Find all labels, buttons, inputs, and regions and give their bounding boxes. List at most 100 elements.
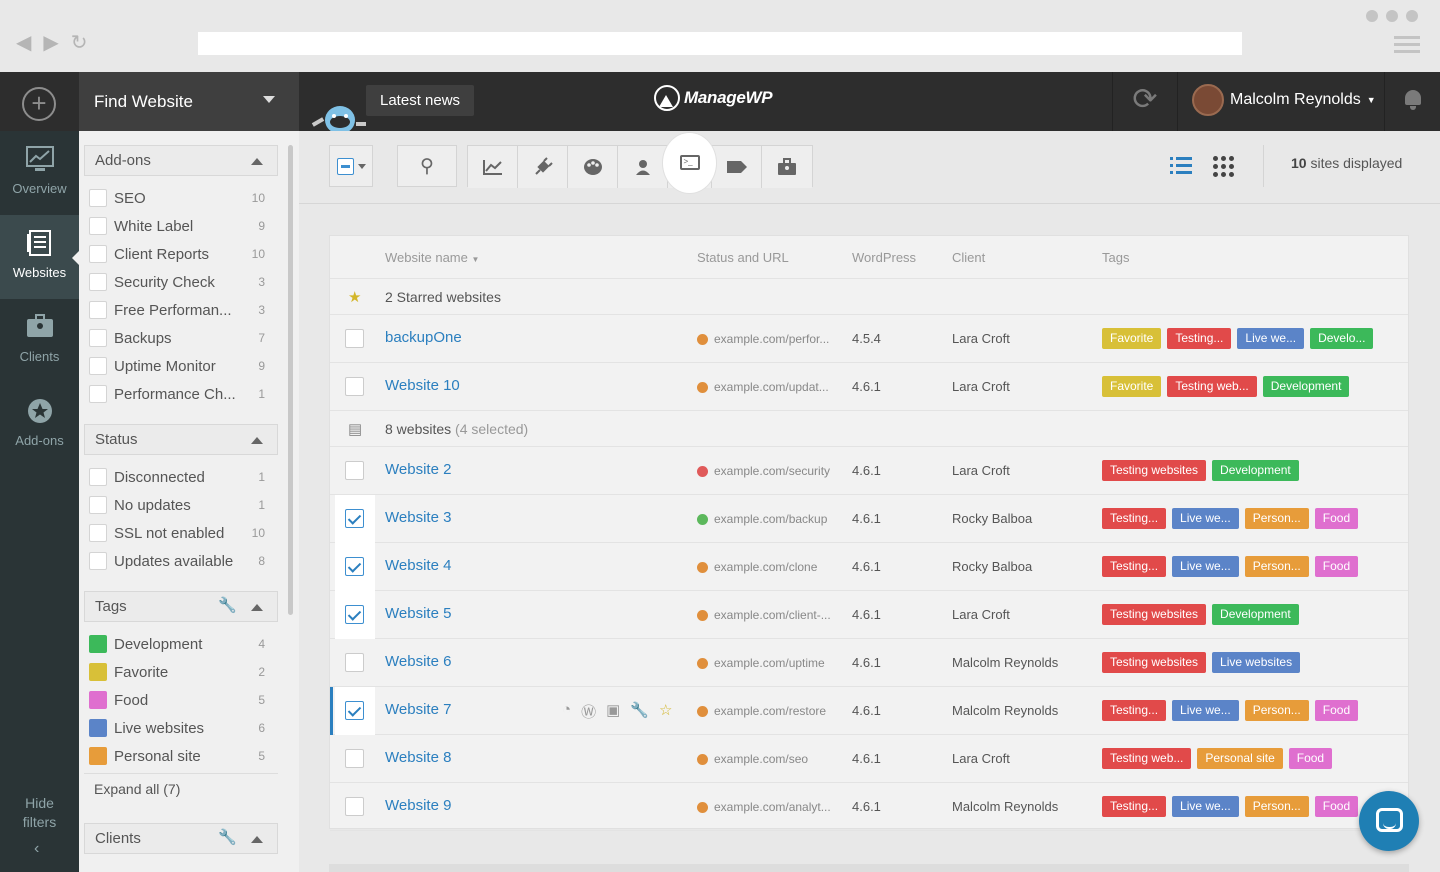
table-row[interactable]: Website 7 ◔ Ⓦ ▣ 🔧 ☆ example.com/restore 4.6.1 Ma… [330, 687, 1408, 735]
filter-item[interactable]: Client Reports 10 [89, 240, 271, 268]
checkbox[interactable] [89, 301, 107, 319]
chat-button[interactable] [1359, 791, 1419, 851]
themes-button[interactable] [568, 146, 618, 188]
row-checkbox[interactable] [345, 557, 364, 576]
tag-swatch[interactable] [89, 663, 107, 681]
nav-overview[interactable]: Overview [0, 131, 79, 215]
checkbox[interactable] [89, 552, 107, 570]
status-url[interactable]: example.com/analyt... [697, 800, 831, 814]
tag-badge[interactable]: Development [1262, 376, 1350, 397]
tag-filter-item[interactable]: Personal site 5 [89, 742, 271, 770]
grid-view-icon[interactable] [1213, 156, 1235, 177]
table-row[interactable]: Website 3 example.com/backup 4.6.1 Rocky Ba… [330, 495, 1408, 543]
tag-badge[interactable]: Personal site [1197, 748, 1283, 769]
plugins-button[interactable] [518, 146, 568, 188]
select-all-dropdown[interactable] [329, 145, 373, 187]
reload-icon[interactable]: ↻ [71, 33, 88, 53]
wordpress-icon[interactable]: Ⓦ [581, 701, 596, 722]
tag-badge[interactable]: Live we... [1237, 328, 1305, 349]
tag-swatch[interactable] [89, 719, 107, 737]
tag-badge[interactable]: Development [1212, 460, 1299, 481]
table-row[interactable]: Website 5 example.com/client-... 4.6.1 Lara… [330, 591, 1408, 639]
find-website-dropdown[interactable]: Find Website [79, 72, 299, 131]
chevron-left-icon[interactable]: ‹ [34, 840, 39, 858]
tag-badge[interactable]: Testing... [1102, 556, 1167, 577]
tag-badge[interactable]: Person... [1244, 700, 1309, 721]
screen-icon[interactable]: ▣ [606, 701, 620, 722]
tag-badge[interactable]: Testing... [1102, 796, 1167, 817]
tag-badge[interactable]: Live we... [1172, 508, 1239, 529]
tag-badge[interactable]: Testing websites [1102, 604, 1207, 625]
address-bar[interactable] [198, 32, 1242, 55]
filter-item[interactable]: No updates 1 [89, 491, 271, 519]
row-checkbox[interactable] [345, 605, 364, 624]
nav-clients[interactable]: Clients [0, 299, 79, 383]
wrench-icon[interactable]: 🔧 [218, 828, 237, 846]
users-button[interactable] [618, 146, 668, 188]
hide-filters-button[interactable]: Hide filters [0, 794, 79, 832]
checkbox[interactable] [89, 245, 107, 263]
tag-swatch[interactable] [89, 635, 107, 653]
addons-filter-header[interactable]: Add-ons [84, 145, 278, 176]
tag-filter-item[interactable]: Live websites 6 [89, 714, 271, 742]
nav-addons[interactable]: Add-ons [0, 383, 79, 467]
status-url[interactable]: example.com/backup [697, 512, 827, 526]
wrench-icon[interactable]: 🔧 [218, 596, 237, 614]
filter-item[interactable]: Free Performan... 3 [89, 296, 271, 324]
tag-filter-item[interactable]: Development 4 [89, 630, 271, 658]
tag-badge[interactable]: Develo... [1310, 328, 1374, 349]
status-url[interactable]: example.com/clone [697, 560, 817, 574]
tag-swatch[interactable] [89, 747, 107, 765]
filter-item[interactable]: Updates available 8 [89, 547, 271, 575]
notifications-button[interactable] [1384, 72, 1440, 131]
clients-filter-header[interactable]: Clients 🔧 [84, 823, 278, 854]
checkbox[interactable] [89, 217, 107, 235]
row-checkbox[interactable] [345, 329, 364, 348]
table-row[interactable]: Website 10 example.com/updat... 4.6.1 Lara … [330, 363, 1408, 411]
filter-item[interactable]: White Label 9 [89, 212, 271, 240]
nav-websites[interactable]: Websites [0, 215, 79, 299]
status-url[interactable]: example.com/perfor... [697, 332, 829, 346]
website-name-link[interactable]: Website 7 [385, 701, 451, 718]
star-icon[interactable]: ☆ [659, 701, 672, 722]
checkbox[interactable] [89, 357, 107, 375]
website-name-link[interactable]: backupOne [385, 329, 462, 346]
filter-item[interactable]: Uptime Monitor 9 [89, 352, 271, 380]
website-name-link[interactable]: Website 6 [385, 653, 451, 670]
tag-badge[interactable]: Person... [1244, 556, 1309, 577]
status-url[interactable]: example.com/updat... [697, 380, 829, 394]
filter-item[interactable]: Security Check 3 [89, 268, 271, 296]
checkbox[interactable] [89, 524, 107, 542]
status-url[interactable]: example.com/uptime [697, 656, 825, 670]
checkbox[interactable] [89, 329, 107, 347]
tag-badge[interactable]: Food [1314, 556, 1359, 577]
status-url[interactable]: example.com/seo [697, 752, 808, 766]
status-url[interactable]: example.com/security [697, 464, 830, 478]
tag-badge[interactable]: Testing web... [1167, 376, 1257, 397]
checkbox[interactable] [89, 468, 107, 486]
add-website-icon[interactable]: + [22, 87, 56, 121]
row-checkbox[interactable] [345, 509, 364, 528]
website-name-link[interactable]: Website 4 [385, 557, 451, 574]
expand-all-link[interactable]: Expand all (7) [94, 781, 180, 797]
user-menu[interactable]: Malcolm Reynolds ▼ [1192, 84, 1376, 116]
table-row[interactable]: Website 4 example.com/clone 4.6.1 Rocky Bal… [330, 543, 1408, 591]
table-row[interactable]: Website 8 example.com/seo 4.6.1 Lara Croft T… [330, 735, 1408, 783]
row-checkbox[interactable] [345, 797, 364, 816]
back-arrow-icon[interactable]: ◀ [16, 33, 31, 53]
starred-group-header[interactable]: ★ 2 Starred websites [330, 279, 1408, 315]
filter-item[interactable]: Performance Ch... 1 [89, 380, 271, 408]
filter-item[interactable]: Disconnected 1 [89, 463, 271, 491]
checkbox[interactable] [89, 273, 107, 291]
filter-item[interactable]: SSL not enabled 10 [89, 519, 271, 547]
browser-menu-icon[interactable] [1394, 36, 1420, 57]
filters-scrollbar[interactable] [288, 145, 293, 615]
website-name-link[interactable]: Website 5 [385, 605, 451, 622]
code-snippets-button[interactable]: >_ [663, 132, 716, 193]
website-name-link[interactable]: Website 9 [385, 797, 451, 814]
tag-badge[interactable]: Food [1314, 796, 1359, 817]
managewp-logo[interactable]: ManageWP [654, 85, 773, 111]
tag-filter-item[interactable]: Food 5 [89, 686, 271, 714]
row-checkbox[interactable] [345, 461, 364, 480]
dashboard-icon[interactable]: ◔ [562, 701, 571, 722]
